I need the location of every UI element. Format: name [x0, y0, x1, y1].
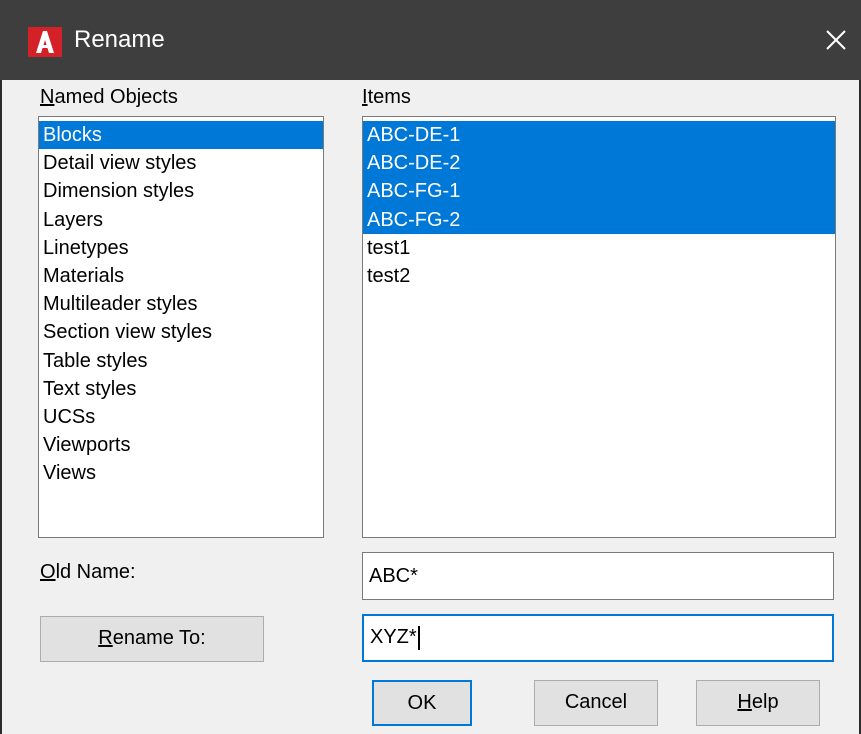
named-objects-list-item[interactable]: Table styles: [39, 347, 323, 375]
named-objects-list-item[interactable]: Dimension styles: [39, 177, 323, 205]
items-list-item[interactable]: ABC-FG-1: [363, 177, 835, 206]
items-label: Items: [362, 86, 411, 109]
items-label-text: tems: [367, 86, 411, 108]
window-title: Rename: [74, 26, 165, 53]
named-objects-list-item[interactable]: Linetypes: [39, 234, 323, 262]
named-objects-list-item[interactable]: Section view styles: [39, 318, 323, 346]
named-objects-list-item[interactable]: Materials: [39, 262, 323, 290]
title-bar[interactable]: Rename: [0, 0, 861, 80]
old-name-label-mnemonic: O: [40, 561, 56, 583]
named-objects-list-item[interactable]: UCSs: [39, 403, 323, 431]
autocad-icon: [28, 27, 62, 57]
items-list[interactable]: ABC-DE-1 ABC-DE-2 ABC-FG-1 ABC-FG-2 test1 tes…: [362, 116, 836, 538]
close-icon[interactable]: [818, 22, 854, 58]
rename-to-field[interactable]: XYZ*: [362, 614, 834, 662]
named-objects-list-item[interactable]: Text styles: [39, 375, 323, 403]
old-name-value: ABC*: [369, 565, 418, 587]
old-name-field[interactable]: ABC*: [362, 552, 834, 600]
named-objects-list-item[interactable]: Views: [39, 459, 323, 487]
help-button-label: Help: [697, 681, 819, 725]
items-list-item[interactable]: ABC-DE-2: [363, 149, 835, 178]
rename-to-label-text: ename To:: [112, 627, 206, 649]
items-list-item[interactable]: ABC-DE-1: [363, 121, 835, 150]
ok-button[interactable]: OK: [372, 680, 472, 726]
text-caret: [417, 625, 420, 650]
named-objects-list-item[interactable]: Blocks: [39, 121, 323, 150]
rename-to-mnemonic: R: [98, 627, 113, 649]
named-objects-list-item[interactable]: Detail view styles: [39, 149, 323, 177]
items-list-item[interactable]: test1: [363, 234, 835, 262]
cancel-button-label: Cancel: [564, 691, 628, 713]
named-objects-list-item[interactable]: Multileader styles: [39, 290, 323, 318]
old-name-label-text: ld Name:: [55, 561, 136, 583]
named-objects-list-item[interactable]: Layers: [39, 206, 323, 234]
items-list-item[interactable]: test2: [363, 262, 835, 290]
ok-button-label: OK: [407, 692, 437, 714]
rename-to-button[interactable]: Rename To:: [40, 616, 264, 662]
named-objects-label: Named Objects: [40, 86, 178, 109]
help-mnemonic: H: [737, 691, 752, 713]
help-button[interactable]: Help: [696, 680, 820, 726]
items-list-item[interactable]: ABC-FG-2: [363, 205, 835, 234]
help-label-text: elp: [751, 691, 779, 713]
named-objects-list[interactable]: Blocks Detail view styles Dimension styles…: [38, 116, 324, 538]
old-name-label: Old Name:: [40, 561, 136, 584]
named-objects-label-text: amed Objects: [54, 86, 178, 108]
rename-to-button-label: Rename To:: [41, 617, 263, 661]
cancel-button[interactable]: Cancel: [534, 680, 658, 726]
named-objects-label-mnemonic: N: [40, 86, 55, 108]
rename-to-value: XYZ*: [370, 626, 417, 648]
rename-dialog: Rename Named Objects Blocks Detail view s…: [0, 0, 861, 734]
named-objects-list-item[interactable]: Viewports: [39, 431, 323, 459]
window-border-left: [0, 80, 2, 734]
